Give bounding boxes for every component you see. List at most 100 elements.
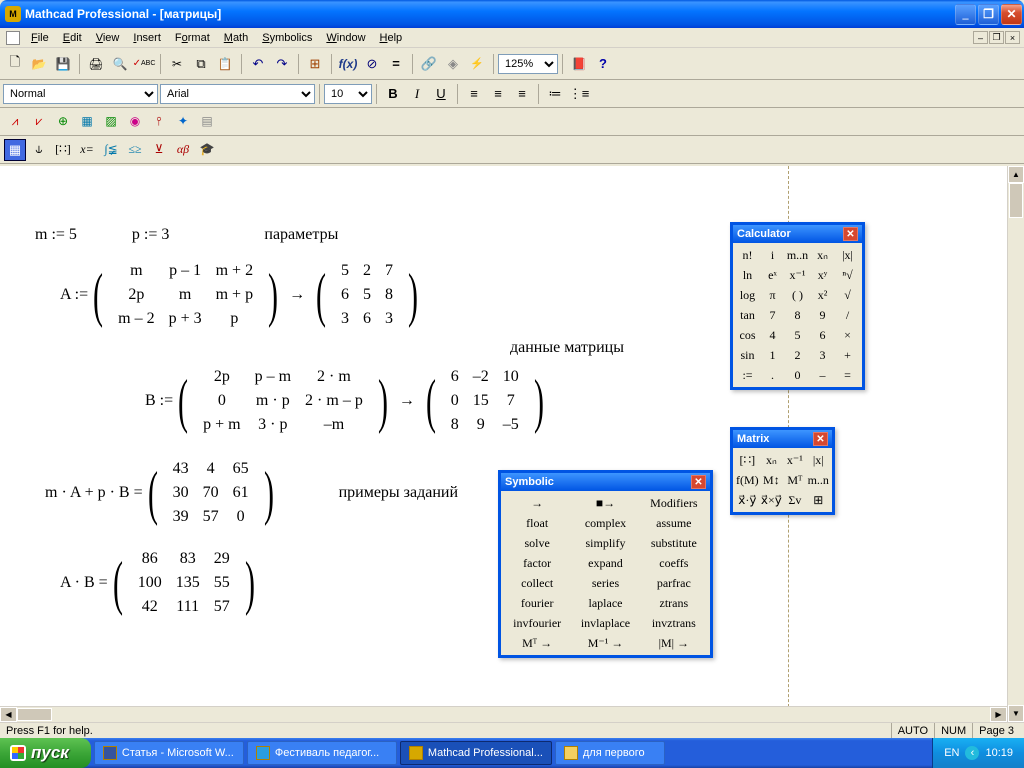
polar-plot-icon[interactable]: ⊕ xyxy=(52,111,74,133)
calc-cell-18[interactable]: 9 xyxy=(810,305,835,325)
symbolic-cell-17[interactable]: ztrans xyxy=(640,593,708,613)
symbolic-toolbar-icon[interactable]: 🎓 xyxy=(196,139,218,161)
surface-plot-icon[interactable]: ▦ xyxy=(76,111,98,133)
insert-function-button[interactable]: f(x) xyxy=(337,53,359,75)
italic-button[interactable]: I xyxy=(406,83,428,105)
scroll-thumb-h[interactable] xyxy=(17,708,52,721)
insert-unit-button[interactable]: ⊘ xyxy=(361,53,383,75)
matrix-cell-10[interactable]: Σv xyxy=(783,490,806,510)
calculate-button[interactable]: = xyxy=(385,53,407,75)
calc-cell-14[interactable]: √ xyxy=(835,285,860,305)
symbolic-cell-14[interactable]: parfrac xyxy=(640,573,708,593)
align-center-button[interactable]: ≡ xyxy=(487,83,509,105)
greek-toolbar-icon[interactable]: αβ xyxy=(172,139,194,161)
examples-label[interactable]: примеры заданий xyxy=(339,484,458,502)
zoom-trace-icon[interactable]: ⩗ xyxy=(28,111,50,133)
contour-plot-icon[interactable]: ▨ xyxy=(100,111,122,133)
matrix-close-icon[interactable]: ✕ xyxy=(813,432,828,446)
matrix-cell-8[interactable]: x⃗·y⃗ xyxy=(735,490,760,510)
calculator-toolbar-icon[interactable]: ▦ xyxy=(4,139,26,161)
matrix-cell-11[interactable]: ⊞ xyxy=(807,490,830,510)
task-festival[interactable]: Фестиваль педагог... xyxy=(247,741,397,765)
symbolic-cell-7[interactable]: simplify xyxy=(571,533,639,553)
symbolic-cell-5[interactable]: assume xyxy=(640,513,708,533)
calculus-toolbar-icon[interactable]: ∫≨ xyxy=(100,139,122,161)
matrix-cell-1[interactable]: xₙ xyxy=(760,450,783,470)
symbolic-cell-19[interactable]: invlaplace xyxy=(571,613,639,633)
calc-cell-33[interactable]: – xyxy=(810,365,835,385)
calc-cell-1[interactable]: i xyxy=(760,245,785,265)
symbolic-cell-21[interactable]: Mᵀ → xyxy=(503,633,571,653)
tray-clock[interactable]: 10:19 xyxy=(985,747,1013,759)
symbolic-cell-16[interactable]: laplace xyxy=(571,593,639,613)
task-folder[interactable]: для первого xyxy=(555,741,665,765)
symbolic-cell-9[interactable]: factor xyxy=(503,553,571,573)
component-button[interactable]: ◈ xyxy=(442,53,464,75)
boolean-toolbar-icon[interactable]: ≤≥ xyxy=(124,139,146,161)
align-regions-button[interactable]: ⊞ xyxy=(304,53,326,75)
numbering-button[interactable]: ⋮≡ xyxy=(568,83,590,105)
symbolic-cell-20[interactable]: invztrans xyxy=(640,613,708,633)
matrix-B-symbolic[interactable]: 2pp – m2 · m 0m · p2 · m – p p + m3 · p–… xyxy=(193,365,373,437)
open-button[interactable] xyxy=(28,53,50,75)
symbolic-close-icon[interactable]: ✕ xyxy=(691,475,706,489)
task-word[interactable]: Статья - Microsoft W... xyxy=(94,741,244,765)
matrix-expr2[interactable]: 868329 10013555 4211157 xyxy=(128,547,240,619)
mdi-restore-button[interactable]: ❐ xyxy=(989,31,1004,44)
scroll-up-icon[interactable]: ▲ xyxy=(1008,166,1024,183)
menu-edit[interactable]: Edit xyxy=(56,30,89,46)
tray-back-icon[interactable]: ‹ xyxy=(965,746,979,760)
calc-cell-32[interactable]: 0 xyxy=(785,365,810,385)
scroll-down-icon[interactable]: ▼ xyxy=(1008,705,1024,722)
calc-cell-2[interactable]: m..n xyxy=(785,245,810,265)
calc-cell-29[interactable]: + xyxy=(835,345,860,365)
calc-cell-9[interactable]: ⁿ√ xyxy=(835,265,860,285)
matrix-A-numeric[interactable]: 527 658 363 xyxy=(331,259,403,331)
underline-button[interactable]: U xyxy=(430,83,452,105)
paste-button[interactable] xyxy=(214,53,236,75)
menu-file[interactable]: File xyxy=(24,30,56,46)
calc-cell-22[interactable]: 5 xyxy=(785,325,810,345)
menu-view[interactable]: View xyxy=(89,30,127,46)
align-right-button[interactable]: ≡ xyxy=(511,83,533,105)
menu-symbolics[interactable]: Symbolics xyxy=(255,30,319,46)
menu-insert[interactable]: Insert xyxy=(126,30,168,46)
calc-cell-6[interactable]: eˣ xyxy=(760,265,785,285)
symbolic-cell-8[interactable]: substitute xyxy=(640,533,708,553)
calc-cell-16[interactable]: 7 xyxy=(760,305,785,325)
symbolic-cell-11[interactable]: coeffs xyxy=(640,553,708,573)
system-tray[interactable]: EN ‹ 10:19 xyxy=(932,738,1024,768)
vector-plot-icon[interactable]: ✦ xyxy=(172,111,194,133)
matrix-cell-9[interactable]: x⃗×y⃗ xyxy=(760,490,783,510)
bar-plot-icon[interactable]: ⫯ xyxy=(148,111,170,133)
picture-icon[interactable]: ▤ xyxy=(196,111,218,133)
resource-center-button[interactable] xyxy=(568,53,590,75)
align-left-button[interactable]: ≡ xyxy=(463,83,485,105)
calc-cell-19[interactable]: / xyxy=(835,305,860,325)
calc-cell-25[interactable]: sin xyxy=(735,345,760,365)
tray-lang[interactable]: EN xyxy=(944,747,959,759)
p-definition[interactable]: p := 3 xyxy=(132,226,169,244)
m-definition[interactable]: m := 5 xyxy=(35,226,77,244)
print-preview-button[interactable] xyxy=(109,53,131,75)
calc-cell-17[interactable]: 8 xyxy=(785,305,810,325)
matrix-A-symbolic[interactable]: mp – 1m + 2 2pmm + p m – 2p + 3p xyxy=(108,259,263,331)
run-button[interactable] xyxy=(466,53,488,75)
xy-plot-icon[interactable]: ⩘ xyxy=(4,111,26,133)
calc-cell-20[interactable]: cos xyxy=(735,325,760,345)
symbolic-palette[interactable]: Symbolic✕ →■→Modifiersfloatcomplexassume… xyxy=(498,470,713,658)
redo-button[interactable] xyxy=(271,53,293,75)
calc-cell-4[interactable]: |x| xyxy=(835,245,860,265)
calc-cell-3[interactable]: xₙ xyxy=(810,245,835,265)
menu-window[interactable]: Window xyxy=(319,30,372,46)
save-button[interactable] xyxy=(52,53,74,75)
calc-cell-31[interactable]: . xyxy=(760,365,785,385)
start-button[interactable]: пуск xyxy=(0,738,91,768)
scatter-plot-icon[interactable]: ◉ xyxy=(124,111,146,133)
zoom-select[interactable]: 125% xyxy=(498,54,558,74)
calc-cell-27[interactable]: 2 xyxy=(785,345,810,365)
mdi-minimize-button[interactable]: – xyxy=(973,31,988,44)
symbolic-cell-1[interactable]: ■→ xyxy=(571,493,639,513)
symbolic-cell-22[interactable]: M⁻¹ → xyxy=(571,633,639,653)
style-select[interactable]: Normal xyxy=(3,84,158,104)
